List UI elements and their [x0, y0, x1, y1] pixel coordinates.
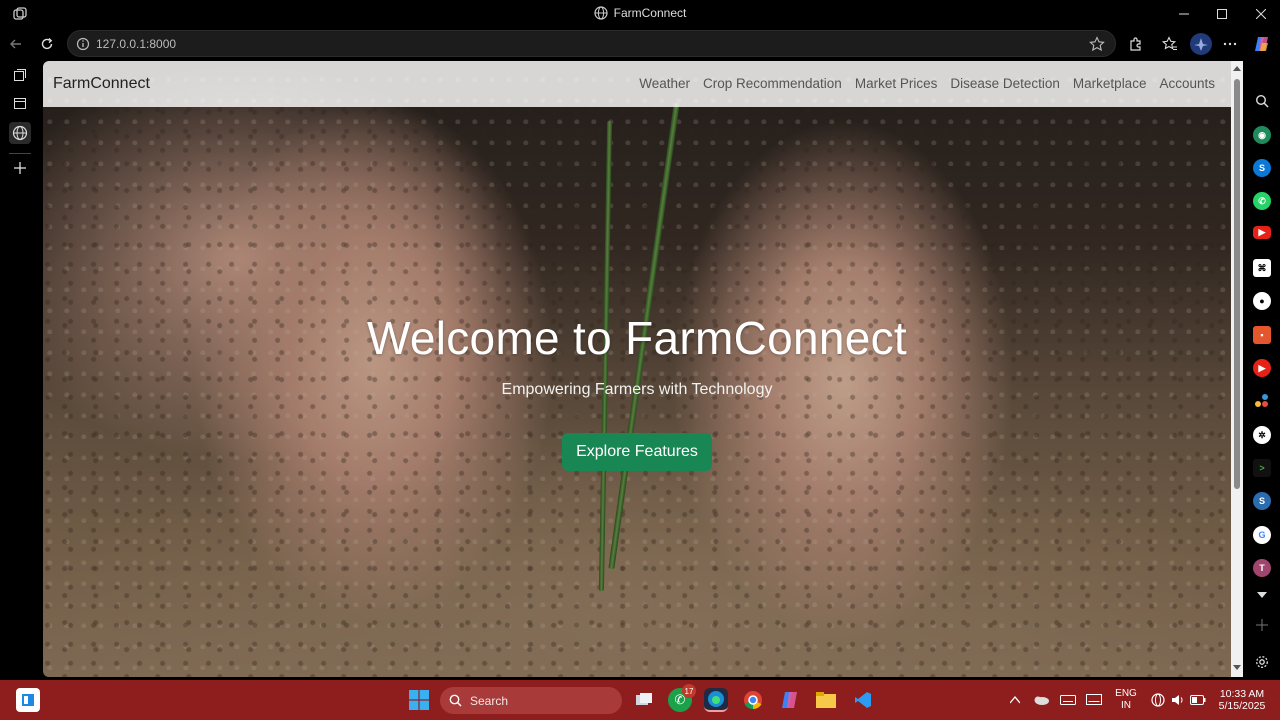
taskbar-search[interactable]: Search	[440, 687, 622, 714]
copilot-taskbar-icon[interactable]	[778, 688, 802, 712]
nav-link-disease-detection[interactable]: Disease Detection	[950, 76, 1060, 91]
language-indicator[interactable]: ENG IN	[1112, 688, 1140, 712]
whatsapp-taskbar-icon[interactable]: ✆ 17	[668, 684, 696, 712]
address-bar[interactable]: 127.0.0.1:8000	[67, 30, 1116, 57]
whatsapp-icon[interactable]: ✆	[1253, 192, 1271, 210]
page-scrollbar[interactable]	[1231, 61, 1243, 677]
window-title: FarmConnect	[0, 6, 1280, 20]
puzzle-icon	[1130, 37, 1141, 51]
display-icon[interactable]	[1082, 688, 1106, 712]
hero-subtitle: Empowering Farmers with Technology	[501, 381, 773, 398]
start-button[interactable]	[407, 688, 431, 712]
site-info-icon[interactable]	[76, 37, 90, 56]
region-code: IN	[1121, 700, 1131, 711]
nav-link-weather[interactable]: Weather	[639, 76, 690, 91]
maximize-button[interactable]	[1207, 4, 1237, 24]
scroll-down-arrow-icon[interactable]	[1233, 663, 1241, 671]
search-icon	[449, 694, 462, 707]
tray-chevron-up-icon[interactable]	[1003, 688, 1027, 712]
window-title-text: FarmConnect	[613, 6, 687, 20]
profile-icon	[1194, 38, 1208, 51]
workspace-tab-button[interactable]	[9, 92, 31, 114]
close-button[interactable]	[1246, 4, 1276, 24]
browser-toolbar: 127.0.0.1:8000	[0, 28, 1280, 60]
web-page: FarmConnect Weather Crop Recommendation …	[43, 61, 1231, 677]
search-label: Search	[470, 694, 509, 708]
favorites-button[interactable]	[1160, 34, 1180, 54]
globe-icon	[12, 125, 28, 141]
tab-actions-icon	[14, 69, 26, 81]
plus-icon	[14, 162, 26, 174]
chrome-taskbar-icon[interactable]	[741, 688, 765, 712]
nav-link-market-prices[interactable]: Market Prices	[855, 76, 938, 91]
edge-taskbar-icon[interactable]	[704, 688, 728, 712]
tab-actions-button[interactable]	[9, 64, 31, 86]
file-explorer-icon[interactable]	[814, 688, 838, 712]
app-icon[interactable]: ⌘	[1253, 259, 1271, 277]
refresh-icon	[41, 38, 53, 50]
terminal-icon[interactable]: >	[1253, 459, 1271, 477]
youtube-music-icon[interactable]: ▶	[1253, 359, 1271, 377]
github-icon[interactable]: ●	[1253, 292, 1271, 310]
task-view-icon[interactable]	[632, 688, 656, 712]
settings-icon[interactable]	[1253, 653, 1271, 671]
s-icon[interactable]: S	[1253, 492, 1271, 510]
clock-time: 10:33 AM	[1219, 688, 1265, 700]
chatgpt-icon[interactable]: ✲	[1253, 426, 1271, 444]
language-code: ENG	[1115, 688, 1137, 699]
site-navbar: FarmConnect Weather Crop Recommendation …	[43, 61, 1231, 107]
refresh-button[interactable]	[37, 34, 57, 54]
onedrive-icon[interactable]	[1029, 688, 1053, 712]
minimize-button[interactable]	[1169, 4, 1199, 24]
nav-link-crop-recommendation[interactable]: Crop Recommendation	[703, 76, 842, 91]
clock-date: 5/15/2025	[1218, 700, 1266, 712]
keyboard-icon[interactable]	[1056, 688, 1080, 712]
scroll-up-arrow-icon[interactable]	[1233, 65, 1241, 73]
ellipsis-icon	[1223, 42, 1237, 46]
battery-icon[interactable]	[1186, 688, 1210, 712]
nav-link-marketplace[interactable]: Marketplace	[1073, 76, 1147, 91]
windows-taskbar: Search ✆ 17 ENG IN 10:33 AM 5/15/2025	[0, 680, 1280, 720]
search-icon[interactable]	[1253, 92, 1271, 110]
back-button[interactable]	[6, 34, 26, 54]
plus-icon[interactable]	[1253, 616, 1271, 634]
chevron-down-icon[interactable]	[1253, 586, 1271, 604]
nav-links: Weather Crop Recommendation Market Price…	[639, 76, 1215, 91]
office-icon[interactable]: ▪	[1253, 326, 1271, 344]
url-text[interactable]: 127.0.0.1:8000	[96, 37, 176, 51]
new-tab-button[interactable]	[9, 157, 31, 179]
youtube-icon[interactable]: ▶	[1253, 226, 1271, 239]
browser-title-bar: FarmConnect	[0, 0, 1280, 28]
copilot-icon[interactable]: ◉	[1253, 126, 1271, 144]
widgets-icon[interactable]	[16, 688, 40, 712]
t-avatar-icon[interactable]: T	[1253, 559, 1271, 577]
google-icon[interactable]: G	[1253, 526, 1271, 544]
copilot-button[interactable]	[1252, 34, 1272, 54]
favorites-icon	[1162, 36, 1177, 50]
edge-sidebar: ◉ S ✆ ▶ ⌘ ● ▪ ▶ ✲ > S G T	[1244, 60, 1280, 680]
site-brand[interactable]: FarmConnect	[53, 75, 150, 93]
apps-icon[interactable]	[1253, 392, 1271, 410]
notification-badge: 17	[682, 684, 696, 698]
tab-divider	[9, 153, 31, 154]
more-menu-button[interactable]	[1220, 34, 1240, 54]
favorite-star-icon[interactable]	[1089, 36, 1105, 57]
vscode-icon[interactable]	[851, 688, 875, 712]
active-tab-farmconnect[interactable]	[9, 122, 31, 144]
profile-avatar[interactable]	[1190, 33, 1212, 55]
calendar-tab-icon	[14, 98, 26, 109]
hero-title: Welcome to FarmConnect	[366, 312, 908, 364]
explore-features-button[interactable]: Explore Features	[562, 433, 712, 471]
clock[interactable]: 10:33 AM 5/15/2025	[1212, 688, 1272, 712]
nav-link-accounts[interactable]: Accounts	[1159, 76, 1215, 91]
scrollbar-thumb[interactable]	[1234, 79, 1240, 489]
copilot-icon	[1255, 37, 1268, 51]
globe-icon	[594, 6, 608, 20]
extensions-button[interactable]	[1126, 34, 1146, 54]
back-arrow-icon	[10, 39, 21, 49]
skype-icon[interactable]: S	[1253, 159, 1271, 177]
hero-section: Welcome to FarmConnect Empowering Farmer…	[43, 311, 1231, 471]
windows-icon	[409, 690, 429, 710]
vertical-tabs-strip	[0, 60, 42, 680]
